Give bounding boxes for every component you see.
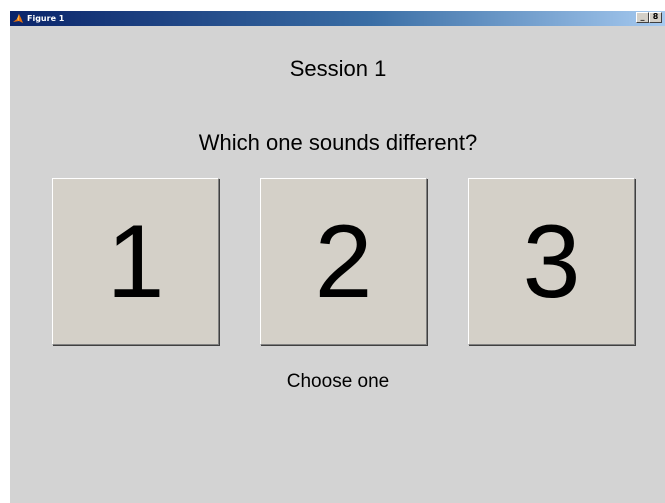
maximize-button[interactable]: 8 — [649, 12, 662, 23]
instruction-label: Choose one — [286, 371, 390, 392]
minimize-button[interactable]: _ — [636, 12, 649, 23]
window-controls: _ 8 — [636, 12, 662, 23]
maximize-icon: 8 — [652, 12, 659, 21]
title-bar[interactable]: Figure 1 _ 8 — [10, 11, 665, 26]
session-label: Session 1 — [289, 56, 387, 81]
matlab-icon — [12, 13, 24, 25]
question-label: Which one sounds different? — [198, 130, 478, 155]
choice-button-2[interactable]: 2 — [260, 178, 427, 345]
minimize-icon: _ — [640, 12, 645, 21]
choice-button-1[interactable]: 1 — [52, 178, 219, 345]
choice-button-3[interactable]: 3 — [468, 178, 635, 345]
window-title: Figure 1 — [27, 14, 65, 23]
figure-window: Figure 1 _ 8 Session 1 Which one sounds … — [9, 11, 665, 503]
